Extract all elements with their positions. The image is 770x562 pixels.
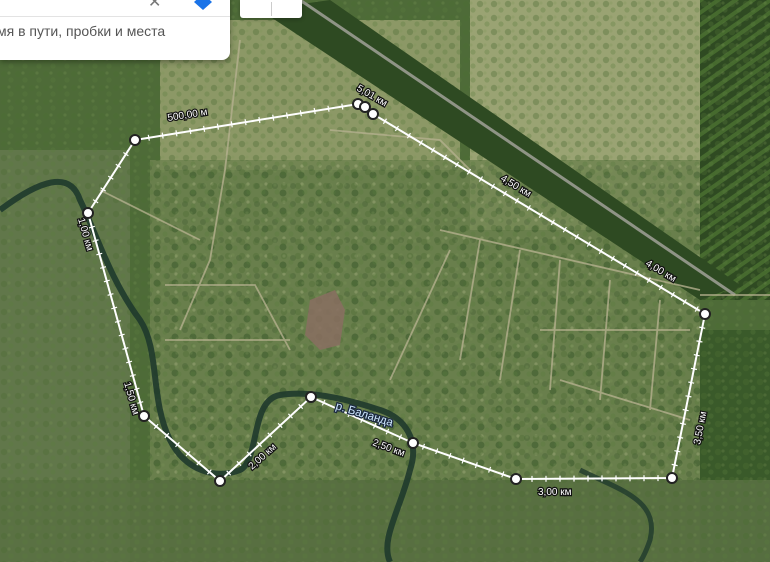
measure-point[interactable] xyxy=(666,472,678,484)
measure-point[interactable] xyxy=(510,473,522,485)
close-icon[interactable]: ✕ xyxy=(148,0,161,11)
measure-point[interactable] xyxy=(305,391,317,403)
divider xyxy=(271,2,272,16)
measure-point[interactable] xyxy=(699,308,711,320)
measure-point[interactable] xyxy=(367,108,379,120)
measure-point[interactable] xyxy=(129,134,141,146)
search-box[interactable]: ✕ xyxy=(0,0,230,17)
satellite-map[interactable]: 500,00 м 5,01 км 4,50 км 4,00 км 3,50 км… xyxy=(0,0,770,562)
search-panel: ✕ мя в пути, пробки и места xyxy=(0,0,230,60)
map-control-buttons[interactable] xyxy=(240,0,302,18)
measure-point[interactable] xyxy=(407,437,419,449)
directions-icon[interactable] xyxy=(194,0,212,10)
measure-point[interactable] xyxy=(214,475,226,487)
traffic-info-text[interactable]: мя в пути, пробки и места xyxy=(0,23,165,39)
distance-label-3-00km: 3,00 км xyxy=(538,487,572,498)
